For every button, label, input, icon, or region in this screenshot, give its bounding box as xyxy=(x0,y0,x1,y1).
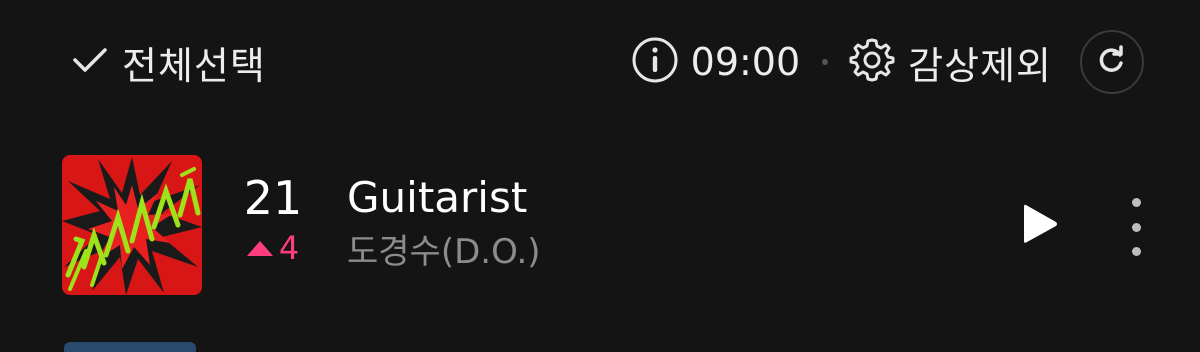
rank-block: 21 4 xyxy=(232,172,314,266)
chart-list-item[interactable]: 21 4 Guitarist 도경수(D.O.) xyxy=(0,150,1200,300)
list-toolbar: 전체선택 09:00 감상제외 xyxy=(0,22,1200,102)
rank-change: 4 xyxy=(232,230,314,266)
play-button[interactable] xyxy=(1014,197,1066,255)
select-all-label: 전체선택 xyxy=(122,43,266,88)
track-info[interactable]: Guitarist 도경수(D.O.) xyxy=(347,172,541,272)
album-cover[interactable] xyxy=(62,155,202,295)
more-vertical-icon-dot xyxy=(1131,222,1141,232)
select-all-button[interactable]: 전체선택 xyxy=(70,34,266,90)
info-icon xyxy=(631,36,679,88)
refresh-button[interactable] xyxy=(1080,30,1144,94)
rank-up-icon xyxy=(246,240,273,256)
rank-number: 21 xyxy=(243,171,303,225)
next-item-cover-peek xyxy=(64,342,196,352)
separator-dot xyxy=(822,59,829,65)
toolbar-right: 09:00 감상제외 xyxy=(631,30,1144,94)
play-icon xyxy=(1020,201,1060,251)
more-vertical-icon xyxy=(1131,198,1141,207)
exclude-label: 감상제외 xyxy=(908,43,1052,88)
timer-time: 09:00 xyxy=(690,40,801,84)
track-artist[interactable]: 도경수(D.O.) xyxy=(347,232,541,272)
more-options-button[interactable] xyxy=(1120,198,1152,256)
check-icon xyxy=(70,40,110,84)
more-vertical-icon-dot xyxy=(1131,247,1141,256)
sleep-timer-button[interactable]: 09:00 xyxy=(631,36,801,88)
refresh-icon xyxy=(1097,45,1127,79)
track-title: Guitarist xyxy=(347,173,528,222)
rank-change-value: 4 xyxy=(278,229,300,267)
exclude-button[interactable]: 감상제외 xyxy=(848,35,1052,90)
gear-icon xyxy=(848,36,896,88)
